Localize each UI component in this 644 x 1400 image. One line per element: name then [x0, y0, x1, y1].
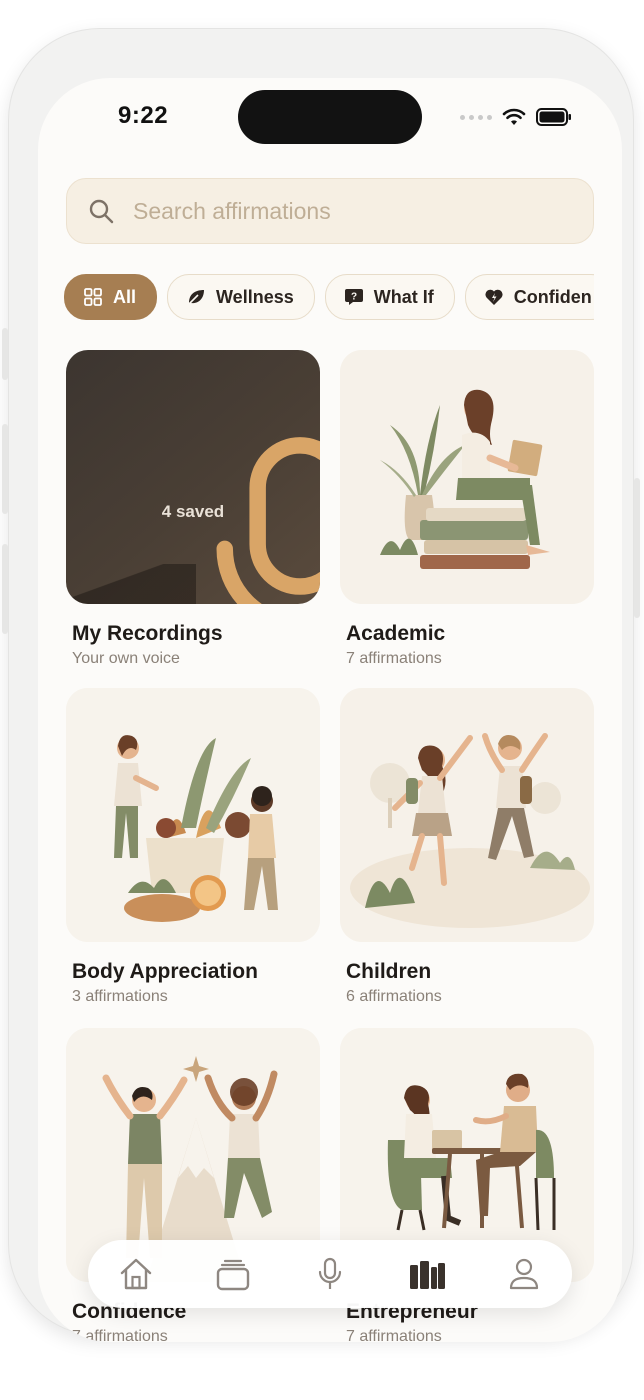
- profile-icon: [509, 1258, 538, 1290]
- tab-bar: [88, 1240, 572, 1308]
- volume-down-button: [2, 544, 8, 634]
- cellular-signal-icon: [460, 114, 492, 120]
- card-subtitle: Your own voice: [72, 650, 180, 667]
- card-title: Body Appreciation: [72, 960, 258, 983]
- tab-home[interactable]: [112, 1250, 160, 1298]
- tab-library[interactable]: [403, 1250, 451, 1298]
- card-title: My Recordings: [72, 622, 223, 645]
- search-bar[interactable]: [66, 178, 594, 244]
- card-title: Children: [346, 960, 432, 983]
- recordings-count: 4 saved: [161, 502, 225, 521]
- battery-icon: [536, 108, 571, 126]
- filter-chips: All Wellness ? What If Confiden: [64, 274, 594, 324]
- heart-bolt-icon: [485, 289, 503, 305]
- library-icon: [409, 1261, 445, 1289]
- recordings-thumbnail: 4 saved: [66, 350, 320, 604]
- svg-text:?: ?: [351, 292, 357, 303]
- status-time: 9:22: [118, 102, 169, 129]
- leaf-icon: [188, 290, 205, 305]
- children-illustration: [340, 688, 594, 942]
- filter-chip-label: What If: [373, 286, 434, 307]
- category-card-children[interactable]: Children 6 affirmations: [340, 688, 594, 1006]
- side-button: [2, 328, 8, 380]
- app-screen: 9:22 Search affirmations All Wellness ? …: [38, 78, 622, 1342]
- tab-cards[interactable]: [209, 1250, 257, 1298]
- card-subtitle: 7 affirmations: [346, 1328, 442, 1342]
- filter-chip-wellness[interactable]: Wellness: [167, 274, 315, 320]
- card-subtitle: 3 affirmations: [72, 988, 168, 1005]
- filter-chip-label: All: [113, 286, 137, 307]
- card-subtitle: 7 affirmations: [346, 650, 442, 667]
- grid-icon: [84, 288, 102, 306]
- search-icon: [89, 199, 114, 224]
- category-card-academic[interactable]: Academic 7 affirmations: [340, 350, 594, 668]
- microphone-icon: [318, 1257, 342, 1289]
- category-card-body-appreciation[interactable]: Body Appreciation 3 affirmations: [66, 688, 320, 1006]
- card-title: Academic: [346, 622, 446, 645]
- body-appreciation-illustration: [66, 688, 320, 942]
- volume-up-button: [2, 424, 8, 514]
- question-bubble-icon: ?: [344, 289, 363, 305]
- search-input[interactable]: [131, 196, 555, 226]
- cards-icon: [216, 1259, 250, 1291]
- filter-chip-label: Wellness: [216, 286, 294, 307]
- home-icon: [121, 1258, 152, 1290]
- card-subtitle: 6 affirmations: [346, 988, 442, 1005]
- tab-record[interactable]: [306, 1250, 354, 1298]
- academic-illustration: [340, 350, 594, 604]
- phone-frame: 9:22 Search affirmations All Wellness ? …: [2, 28, 640, 1342]
- wifi-icon: [502, 108, 526, 125]
- filter-chip-label: Confiden: [513, 286, 592, 307]
- recordings-card[interactable]: 4 saved My Recordings Your own voice: [66, 350, 320, 668]
- power-button: [634, 478, 640, 618]
- dynamic-island: [238, 90, 422, 144]
- card-subtitle: 7 affirmations: [72, 1328, 168, 1342]
- filter-chip-what-if[interactable]: ? What If: [324, 274, 455, 320]
- status-icons: [460, 108, 572, 126]
- filter-chip-all[interactable]: All: [64, 274, 158, 320]
- filter-chip-confidence[interactable]: Confiden: [464, 274, 594, 320]
- tab-profile[interactable]: [500, 1250, 548, 1298]
